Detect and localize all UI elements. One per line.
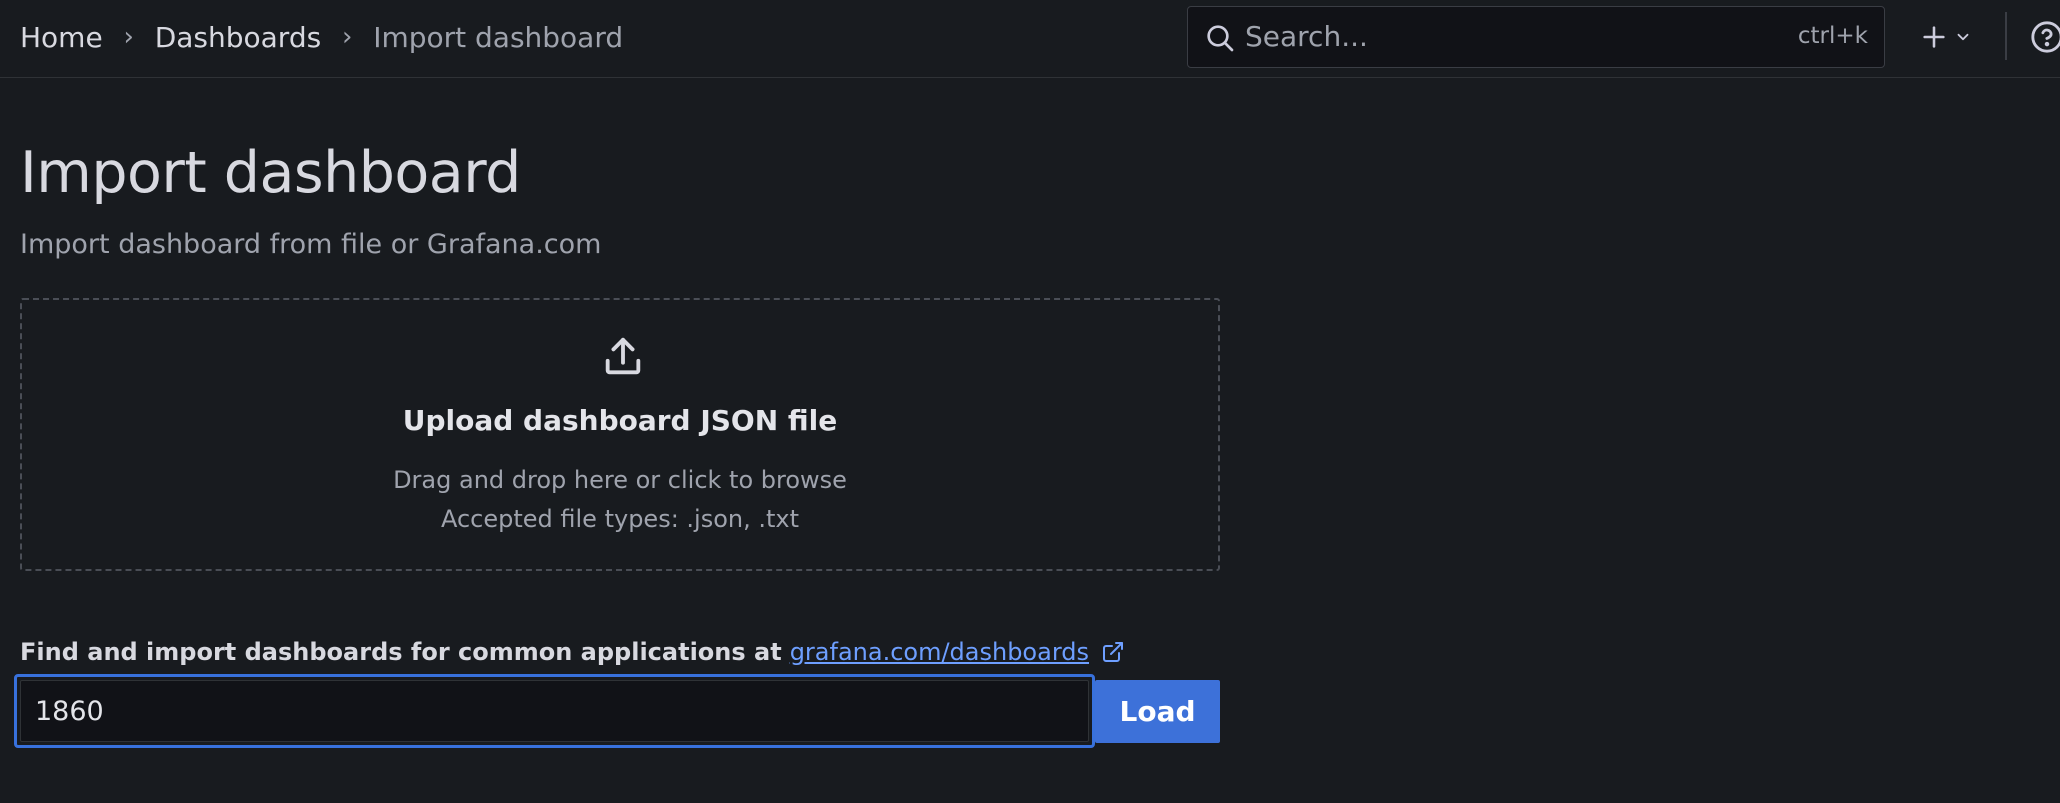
chevron-down-icon [1957,33,1969,41]
breadcrumb-home[interactable]: Home [20,21,103,54]
grafana-com-label-text: Find and import dashboards for common ap… [20,638,782,666]
add-new-button[interactable] [1912,14,1980,60]
top-bar: Home › Dashboards › Import dashboard ctr… [0,0,2060,78]
load-button[interactable]: Load [1095,680,1220,743]
dashboard-id-input-wrapper [14,674,1095,748]
breadcrumb-current: Import dashboard [373,20,624,54]
toolbar-divider [2005,12,2007,60]
search-input[interactable] [1245,7,1765,65]
external-link-icon[interactable] [1101,640,1125,664]
accepted-file-types: Accepted file types: .json, .txt [440,505,800,533]
breadcrumb: Home › Dashboards › Import dashboard [20,0,623,74]
upload-dropzone[interactable]: Upload dashboard JSON file Drag and drop… [20,298,1220,571]
upload-hint: Drag and drop here or click to browse [393,466,847,494]
search-icon [1207,25,1234,52]
search-box[interactable]: ctrl+k [1187,6,1885,68]
plus-icon [1923,26,1945,48]
grafana-com-label: Find and import dashboards for common ap… [20,638,1125,666]
breadcrumb-dashboards[interactable]: Dashboards [155,21,322,54]
breadcrumb-separator: › [341,22,353,52]
upload-title: Upload dashboard JSON file [402,404,838,437]
help-circle-icon[interactable] [2030,20,2060,54]
page-title: Import dashboard [20,140,521,206]
dashboard-id-input[interactable] [20,680,1089,742]
grafana-com-link[interactable]: grafana.com/dashboards [790,638,1089,666]
breadcrumb-separator: › [123,22,134,52]
search-shortcut-hint: ctrl+k [1797,23,1868,49]
upload-icon [605,337,641,375]
page-subtitle: Import dashboard from file or Grafana.co… [20,229,602,260]
